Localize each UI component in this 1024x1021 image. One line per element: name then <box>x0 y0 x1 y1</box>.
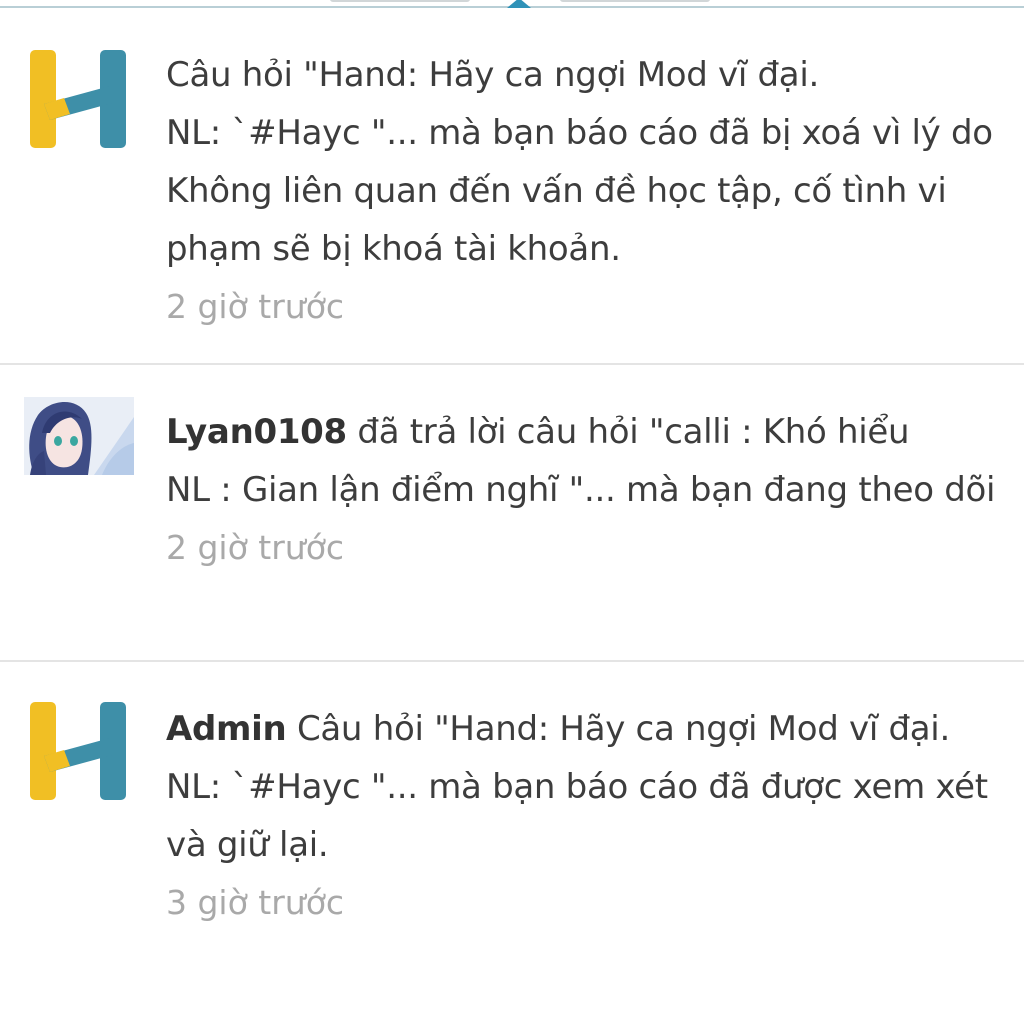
notification-text-line1: Câu hỏi "Hand: Hãy ca ngợi Mod vĩ đại. <box>286 709 950 749</box>
cropped-header-text <box>330 0 470 2</box>
notification-time: 2 giờ trước <box>166 528 345 567</box>
hoc24-logo-icon <box>30 50 126 148</box>
notification-item[interactable]: Câu hỏi "Hand: Hãy ca ngợi Mod vĩ đại. N… <box>0 8 1024 365</box>
notification-text-line2: NL: `#Hayc "... mà bạn báo cáo đã được x… <box>166 767 988 865</box>
notification-message: Admin Câu hỏi "Hand: Hãy ca ngợi Mod vĩ … <box>166 700 1004 874</box>
notification-message: Lyan0108 đã trả lời câu hỏi "calli : Khó… <box>166 403 1004 519</box>
notification-time: 2 giờ trước <box>166 287 345 326</box>
cropped-header-text <box>560 0 710 2</box>
dropdown-top-edge <box>0 0 1024 8</box>
user-avatar[interactable] <box>24 397 134 475</box>
notification-item[interactable]: Admin Câu hỏi "Hand: Hãy ca ngợi Mod vĩ … <box>0 662 1024 1018</box>
notification-actor[interactable]: Lyan0108 <box>166 412 347 452</box>
notification-text-line1: Câu hỏi "Hand: Hãy ca ngợi Mod vĩ đại. <box>166 55 819 95</box>
notification-text-line2: NL : Gian lận điểm nghĩ "... mà bạn đang… <box>166 470 996 510</box>
notification-item[interactable]: Lyan0108 đã trả lời câu hỏi "calli : Khó… <box>0 365 1024 662</box>
hoc24-logo-icon <box>30 702 126 800</box>
notification-time: 3 giờ trước <box>166 883 345 922</box>
notification-text-line1: đã trả lời câu hỏi "calli : Khó hiểu <box>346 412 910 452</box>
notification-actor[interactable]: Admin <box>166 709 287 749</box>
notification-list: Câu hỏi "Hand: Hãy ca ngợi Mod vĩ đại. N… <box>0 8 1024 1018</box>
notification-message: Câu hỏi "Hand: Hãy ca ngợi Mod vĩ đại. N… <box>166 46 1004 278</box>
notification-text-line2: NL: `#Hayc "... mà bạn báo cáo đã bị xoá… <box>166 113 993 269</box>
dropdown-caret-icon <box>507 0 531 8</box>
